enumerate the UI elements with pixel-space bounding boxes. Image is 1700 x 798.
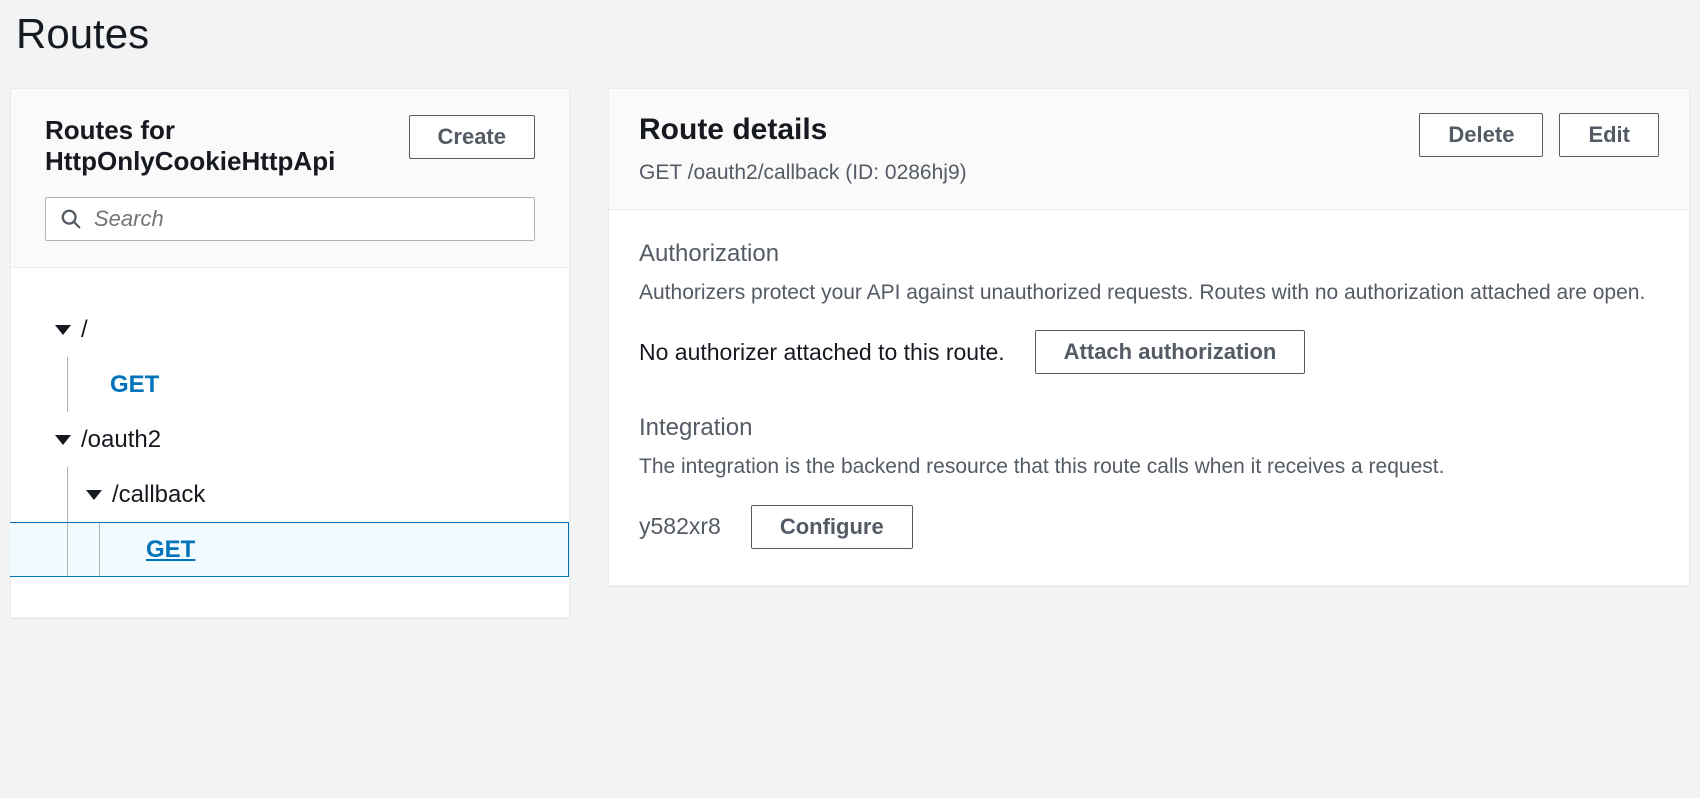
authorization-status: No authorizer attached to this route. (639, 339, 1005, 366)
tree-node-callback-get[interactable]: GET (10, 522, 569, 577)
routes-panel: Routes for HttpOnlyCookieHttpApi Create … (10, 88, 570, 618)
caret-down-icon[interactable] (55, 435, 71, 445)
route-details-title: Route details (639, 113, 967, 147)
delete-button[interactable]: Delete (1419, 113, 1543, 157)
route-details-actions: Delete Edit (1419, 113, 1659, 157)
routes-panel-header: Routes for HttpOnlyCookieHttpApi Create (11, 89, 569, 197)
tree-node-root[interactable]: / (11, 302, 569, 357)
configure-button[interactable]: Configure (751, 505, 913, 549)
authorization-row: No authorizer attached to this route. At… (639, 330, 1659, 374)
method-get-callback[interactable]: GET (146, 536, 195, 564)
tree-node-callback[interactable]: /callback (11, 467, 569, 522)
page-title: Routes (16, 10, 1690, 58)
route-details-body: Authorization Authorizers protect your A… (609, 210, 1689, 585)
search-box[interactable] (45, 197, 535, 241)
authorization-title: Authorization (639, 240, 1659, 268)
method-get-root[interactable]: GET (110, 371, 159, 399)
route-details-header-left: Route details GET /oauth2/callback (ID: … (639, 113, 967, 185)
caret-down-icon[interactable] (55, 325, 71, 335)
search-icon (60, 208, 82, 230)
search-input[interactable] (82, 206, 520, 232)
caret-down-icon[interactable] (86, 490, 102, 500)
route-details-subtitle: GET /oauth2/callback (ID: 0286hj9) (639, 161, 967, 185)
route-details-panel: Route details GET /oauth2/callback (ID: … (608, 88, 1690, 586)
integration-id: y582xr8 (639, 513, 721, 540)
search-container (11, 197, 569, 267)
tree-node-root-get[interactable]: GET (11, 357, 569, 412)
integration-desc: The integration is the backend resource … (639, 452, 1659, 482)
tree-label-callback[interactable]: /callback (112, 481, 205, 509)
tree-node-oauth2[interactable]: /oauth2 (11, 412, 569, 467)
routes-panel-title: Routes for HttpOnlyCookieHttpApi (45, 115, 355, 177)
routes-tree: / GET /oauth2 /callback (11, 267, 569, 617)
tree-label-oauth2[interactable]: /oauth2 (81, 426, 161, 454)
integration-row: y582xr8 Configure (639, 505, 1659, 549)
main-layout: Routes for HttpOnlyCookieHttpApi Create … (10, 88, 1690, 618)
tree-label-root[interactable]: / (81, 316, 88, 344)
authorization-desc: Authorizers protect your API against una… (639, 278, 1659, 308)
attach-authorization-button[interactable]: Attach authorization (1035, 330, 1306, 374)
route-details-header: Route details GET /oauth2/callback (ID: … (609, 89, 1689, 210)
edit-button[interactable]: Edit (1559, 113, 1659, 157)
create-button[interactable]: Create (409, 115, 535, 159)
integration-title: Integration (639, 414, 1659, 442)
